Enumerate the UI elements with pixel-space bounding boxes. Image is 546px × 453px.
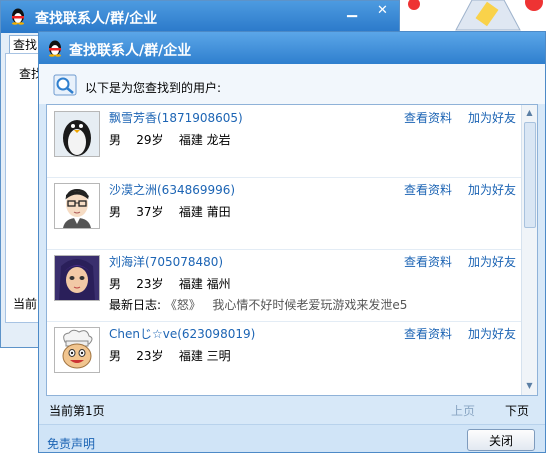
user-age: 23岁	[136, 349, 164, 363]
view-profile-link[interactable]: 查看资料	[404, 181, 452, 198]
user-location: 福建 福州	[178, 277, 231, 291]
results-header: 以下是为您查找到的用户:	[39, 64, 545, 104]
window-title: 查找联系人/群/企业	[69, 43, 192, 59]
view-profile-link[interactable]: 查看资料	[404, 325, 452, 342]
user-detail: 男 29岁 福建 龙岩	[109, 131, 231, 148]
glasses-man-icon	[55, 184, 99, 228]
results-header-text: 以下是为您查找到的用户:	[85, 81, 222, 95]
user-avatar[interactable]	[54, 327, 100, 373]
add-friend-link[interactable]: 加为好友	[468, 253, 516, 270]
view-profile-link[interactable]: 查看资料	[404, 253, 452, 270]
user-avatar[interactable]	[54, 111, 100, 157]
qq-penguin-icon	[49, 40, 61, 57]
add-friend-link[interactable]: 加为好友	[468, 325, 516, 342]
user-age: 23岁	[136, 277, 164, 291]
background-status-label: 当前	[13, 297, 38, 311]
user-avatar[interactable]	[54, 183, 100, 229]
scroll-down-icon[interactable]: ▼	[523, 379, 536, 393]
user-row: 刘海洋(705078480) 男 23岁 福建 福州 最新日志: 《怒》 我心情…	[47, 249, 523, 322]
user-location: 福建 三明	[178, 349, 231, 363]
pager: 当前第1页 上页 下页	[39, 398, 545, 422]
user-results-list: 飘雪芳香(1871908605) 男 29岁 福建 龙岩 查看资料 加为好友 沙…	[46, 104, 538, 396]
user-detail: 男 37岁 福建 莆田	[109, 203, 231, 220]
diary-text[interactable]: 《怒》 我心情不好时候老爱玩游戏来发泄e5	[165, 298, 407, 312]
add-friend-link[interactable]: 加为好友	[468, 109, 516, 126]
user-gender: 男	[109, 205, 122, 219]
user-gender: 男	[109, 133, 122, 147]
user-row: 沙漠之洲(634869996) 男 37岁 福建 莆田 查看资料 加为好友	[47, 177, 523, 250]
diary-label: 最新日志:	[109, 298, 162, 312]
add-friend-link[interactable]: 加为好友	[468, 181, 516, 198]
title-bar[interactable]: 查找联系人/群/企业	[39, 32, 545, 64]
user-avatar[interactable]	[54, 255, 100, 301]
next-page-button[interactable]: 下页	[505, 402, 529, 419]
user-name-link[interactable]: 沙漠之洲(634869996)	[109, 181, 235, 198]
close-button[interactable]: 关闭	[467, 429, 535, 451]
background-window-title: 查找联系人/群/企业	[35, 11, 158, 27]
footer: 免责声明 关闭	[39, 424, 545, 452]
qq-penguin-icon	[12, 8, 24, 25]
penguin-icon	[55, 112, 99, 156]
user-row: 飘雪芳香(1871908605) 男 29岁 福建 龙岩 查看资料 加为好友	[47, 105, 523, 178]
user-row: Chenじ☆ve(623098019) 男 23岁 福建 三明 查看资料 加为好…	[47, 321, 523, 393]
prev-page-button[interactable]: 上页	[451, 402, 475, 419]
background-title-bar[interactable]: 查找联系人/群/企业 ▁ ✕	[1, 1, 399, 33]
user-diary: 最新日志: 《怒》 我心情不好时候老爱玩游戏来发泄e5	[109, 296, 407, 313]
disclaimer-link[interactable]: 免责声明	[47, 435, 95, 452]
magnifier-icon	[53, 74, 77, 96]
results-scrollbar[interactable]: ▲ ▼	[521, 105, 537, 395]
user-detail: 男 23岁 福建 福州	[109, 275, 231, 292]
minimize-icon[interactable]: ▁	[347, 3, 357, 18]
user-age: 29岁	[136, 133, 164, 147]
user-name-link[interactable]: 飘雪芳香(1871908605)	[109, 109, 243, 126]
chef-icon	[55, 328, 99, 372]
find-contacts-dialog: 查找联系人/群/企业 以下是为您查找到的用户: 飘雪芳香(1871908605)…	[38, 31, 546, 453]
scroll-thumb[interactable]	[524, 122, 536, 228]
user-gender: 男	[109, 277, 122, 291]
user-gender: 男	[109, 349, 122, 363]
page-status: 当前第1页	[49, 404, 105, 418]
user-location: 福建 莆田	[178, 205, 231, 219]
user-age: 37岁	[136, 205, 164, 219]
scroll-up-icon[interactable]: ▲	[523, 106, 536, 120]
anime-girl-icon	[55, 256, 99, 300]
user-detail: 男 23岁 福建 三明	[109, 347, 231, 364]
user-name-link[interactable]: 刘海洋(705078480)	[109, 253, 223, 270]
user-name-link[interactable]: Chenじ☆ve(623098019)	[109, 325, 255, 342]
close-icon[interactable]: ✕	[377, 3, 388, 18]
view-profile-link[interactable]: 查看资料	[404, 109, 452, 126]
user-location: 福建 龙岩	[178, 133, 231, 147]
